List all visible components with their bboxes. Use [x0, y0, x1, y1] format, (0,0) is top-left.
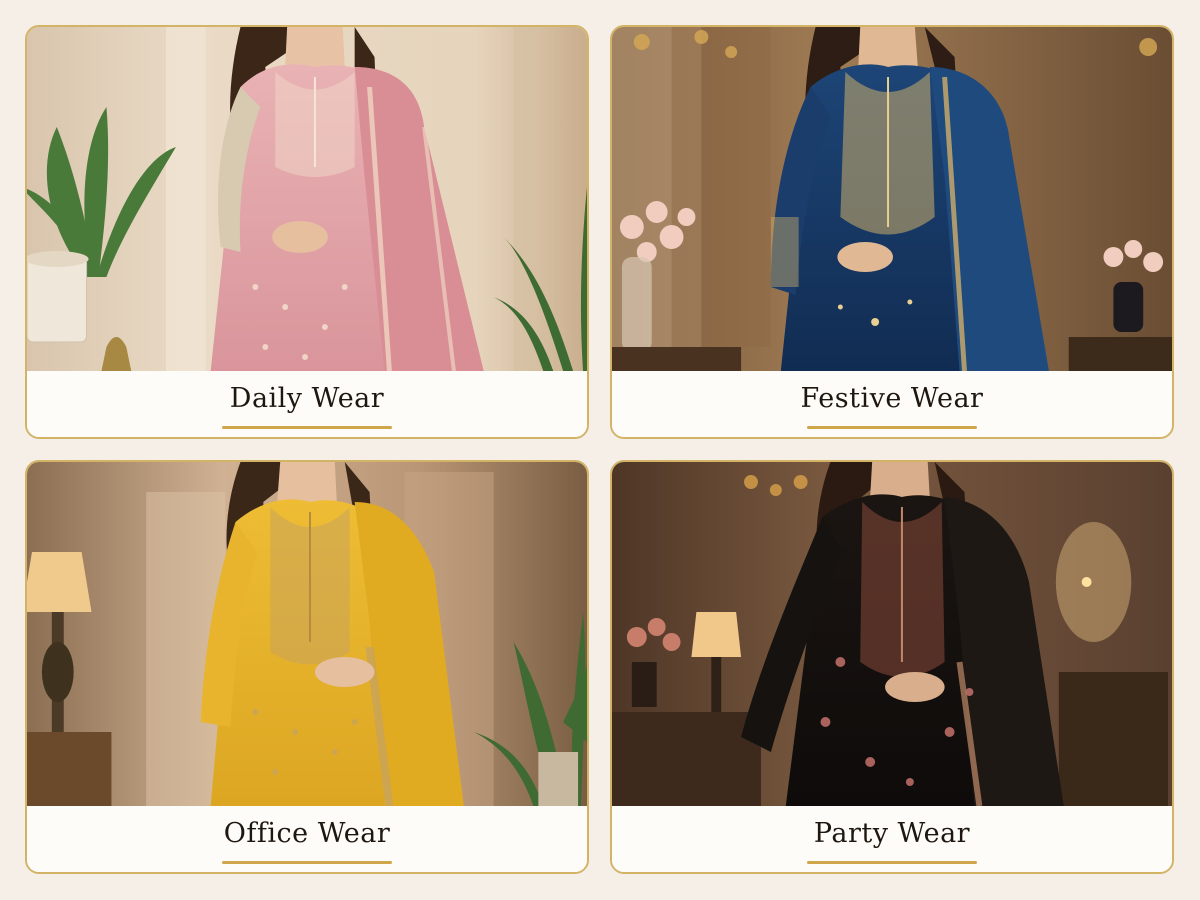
party-wear-photo	[612, 462, 1172, 806]
title-underline	[222, 861, 392, 864]
category-card-festive-wear[interactable]: Festive Wear	[610, 25, 1174, 439]
festive-wear-photo	[612, 27, 1172, 371]
caption-area: Party Wear	[612, 806, 1172, 872]
category-title: Office Wear	[223, 818, 391, 849]
caption-area: Daily Wear	[27, 371, 587, 437]
caption-area: Office Wear	[27, 806, 587, 872]
daily-wear-photo	[27, 27, 587, 371]
office-wear-photo	[27, 462, 587, 806]
category-card-office-wear[interactable]: Office Wear	[25, 460, 589, 874]
category-title: Party Wear	[813, 818, 971, 849]
title-underline	[807, 861, 977, 864]
category-title: Festive Wear	[800, 383, 984, 414]
category-title: Daily Wear	[229, 383, 385, 414]
title-underline	[222, 426, 392, 429]
category-card-daily-wear[interactable]: Daily Wear	[25, 25, 589, 439]
caption-area: Festive Wear	[612, 371, 1172, 437]
title-underline	[807, 426, 977, 429]
category-card-party-wear[interactable]: Party Wear	[610, 460, 1174, 874]
